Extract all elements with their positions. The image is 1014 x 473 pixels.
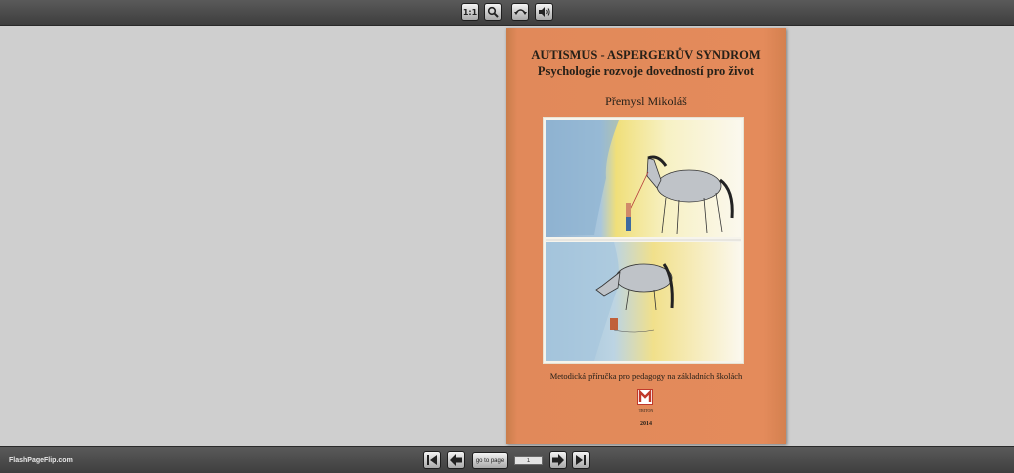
actual-size-button[interactable]: 1:1 [461, 3, 479, 21]
arrow-right-icon [552, 454, 564, 466]
sound-button[interactable] [535, 3, 553, 21]
last-page-icon [576, 455, 586, 465]
horse-drawing-image [546, 120, 741, 361]
arrow-left-icon [450, 454, 462, 466]
actual-size-label: 1:1 [462, 7, 478, 17]
last-page-button[interactable] [572, 451, 590, 469]
magnifier-icon [487, 6, 499, 18]
next-page-button[interactable] [549, 451, 567, 469]
cover-illustration [543, 117, 744, 364]
bottom-toolbar: FlashPageFlip.com go to page [0, 446, 1014, 473]
top-toolbar: 1:1 [0, 0, 1014, 26]
publication-year: 2014 [640, 421, 652, 427]
book-title: AUTISMUS - ASPERGERŮV SYNDROM [531, 48, 761, 62]
go-to-page-button[interactable]: go to page [472, 452, 508, 469]
publisher-name: TRITON [638, 408, 654, 413]
book-cover-page[interactable]: AUTISMUS - ASPERGERŮV SYNDROM Psychologi… [506, 28, 786, 444]
first-page-button[interactable] [423, 451, 441, 469]
zoom-button[interactable] [484, 3, 502, 21]
page-flip-icon [513, 9, 527, 15]
go-to-page-label: go to page [475, 457, 505, 464]
book-author: Přemysl Mikoláš [605, 94, 687, 108]
speaker-icon [539, 7, 550, 17]
brand-link[interactable]: FlashPageFlip.com [9, 457, 73, 464]
flip-button[interactable] [511, 3, 529, 21]
book-subtitle-heading: Psychologie rozvoje dovedností pro život [537, 64, 755, 78]
first-page-icon [427, 455, 437, 465]
previous-page-button[interactable] [447, 451, 465, 469]
page-number-input[interactable] [514, 456, 543, 465]
book-description: Metodická příručka pro pedagogy na zákla… [549, 371, 743, 381]
publisher-logo [637, 389, 653, 405]
